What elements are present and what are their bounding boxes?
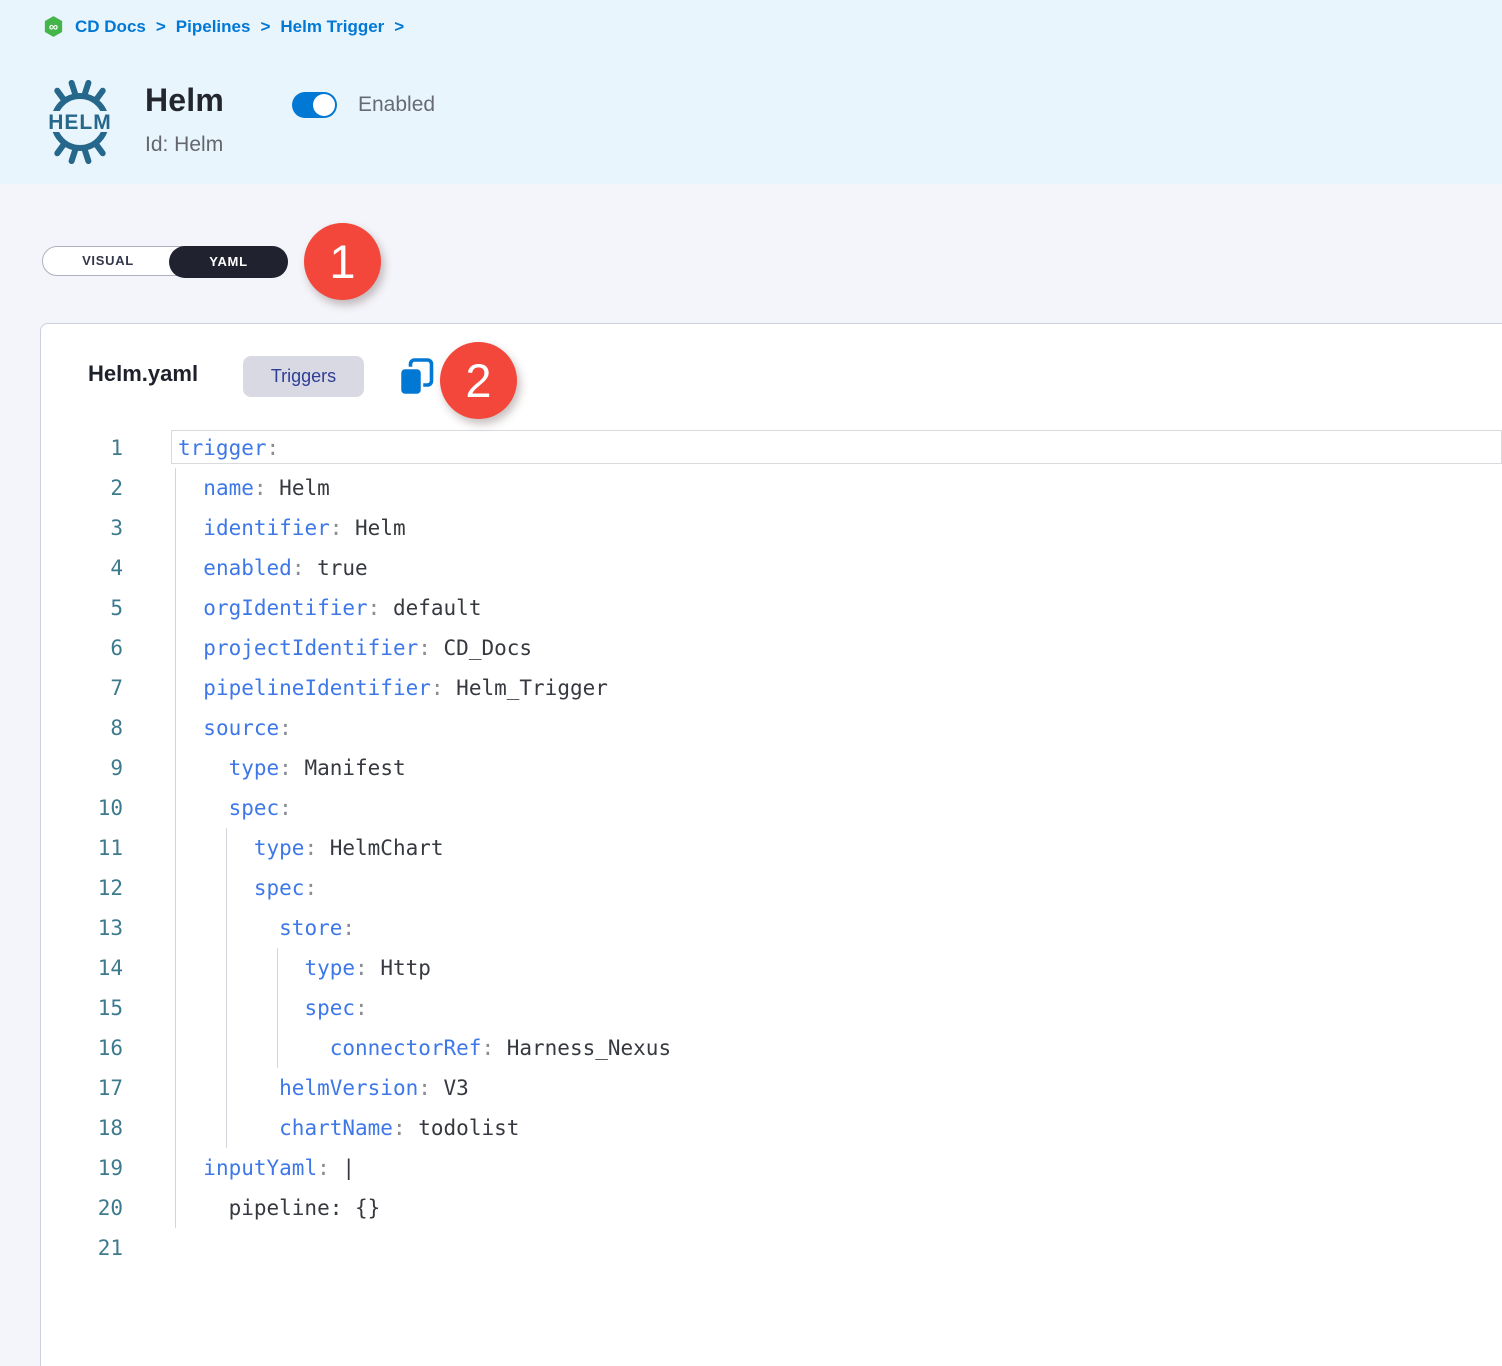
yaml-editor-card: Helm.yaml Triggers 1trigger:2 name: Helm… — [40, 323, 1502, 1366]
yaml-line: 4 enabled: true — [41, 548, 1502, 588]
tab-visual[interactable]: VISUAL — [43, 247, 173, 275]
copy-icon — [397, 357, 435, 399]
yaml-code-text[interactable]: identifier: Helm — [123, 508, 406, 548]
triggers-badge[interactable]: Triggers — [243, 356, 364, 397]
yaml-code-text[interactable]: chartName: todolist — [123, 1108, 519, 1148]
yaml-code-text[interactable]: pipeline: {} — [123, 1188, 380, 1228]
project-icon: ∞ — [42, 15, 65, 38]
yaml-line: 14 type: Http — [41, 948, 1502, 988]
toggle-knob-icon — [313, 94, 335, 116]
line-number: 11 — [41, 828, 123, 868]
line-number: 13 — [41, 908, 123, 948]
line-number: 9 — [41, 748, 123, 788]
yaml-line: 19 inputYaml: | — [41, 1148, 1502, 1188]
enabled-label: Enabled — [358, 93, 435, 117]
yaml-code-text[interactable]: spec: — [123, 988, 368, 1028]
breadcrumb-item-project[interactable]: CD Docs — [75, 17, 146, 37]
yaml-code-text[interactable]: orgIdentifier: default — [123, 588, 481, 628]
yaml-code-text[interactable]: pipelineIdentifier: Helm_Trigger — [123, 668, 608, 708]
yaml-line: 2 name: Helm — [41, 468, 1502, 508]
yaml-line: 17 helmVersion: V3 — [41, 1068, 1502, 1108]
trigger-id-label: Id: Helm — [145, 133, 223, 157]
line-number: 20 — [41, 1188, 123, 1228]
yaml-line: 3 identifier: Helm — [41, 508, 1502, 548]
line-number: 2 — [41, 468, 123, 508]
yaml-code-text[interactable]: inputYaml: | — [123, 1148, 355, 1188]
line-number: 16 — [41, 1028, 123, 1068]
annotation-badge-1: 1 — [304, 223, 381, 300]
line-number: 5 — [41, 588, 123, 628]
breadcrumb-item-pipelines[interactable]: Pipelines — [176, 17, 251, 37]
yaml-line: 18 chartName: todolist — [41, 1108, 1502, 1148]
yaml-line: 5 orgIdentifier: default — [41, 588, 1502, 628]
yaml-code-text[interactable]: source: — [123, 708, 292, 748]
helm-logo-icon: HELM — [38, 80, 122, 164]
yaml-code-text[interactable]: spec: — [123, 788, 292, 828]
yaml-line: 10 spec: — [41, 788, 1502, 828]
line-number: 18 — [41, 1108, 123, 1148]
svg-text:HELM: HELM — [48, 111, 112, 134]
line-number: 10 — [41, 788, 123, 828]
enabled-toggle[interactable] — [292, 92, 337, 118]
yaml-code-text[interactable]: spec: — [123, 868, 317, 908]
line-number: 3 — [41, 508, 123, 548]
annotation-badge-2: 2 — [440, 342, 517, 419]
line-number: 15 — [41, 988, 123, 1028]
yaml-code-text[interactable]: name: Helm — [123, 468, 330, 508]
yaml-code-text[interactable]: projectIdentifier: CD_Docs — [123, 628, 532, 668]
yaml-line: 20 pipeline: {} — [41, 1188, 1502, 1228]
breadcrumb-separator: > — [156, 17, 166, 37]
yaml-code-text[interactable]: connectorRef: Harness_Nexus — [123, 1028, 671, 1068]
yaml-code-editor[interactable]: 1trigger:2 name: Helm3 identifier: Helm4… — [41, 428, 1502, 1366]
line-number: 19 — [41, 1148, 123, 1188]
yaml-line: 13 store: — [41, 908, 1502, 948]
yaml-line: 11 type: HelmChart — [41, 828, 1502, 868]
line-number: 14 — [41, 948, 123, 988]
yaml-line: 21 — [41, 1228, 1502, 1268]
yaml-line: 15 spec: — [41, 988, 1502, 1028]
yaml-line: 12 spec: — [41, 868, 1502, 908]
yaml-code-text[interactable]: type: Http — [123, 948, 431, 988]
yaml-code-text[interactable]: enabled: true — [123, 548, 368, 588]
page-title: Helm — [145, 82, 224, 119]
yaml-line: 7 pipelineIdentifier: Helm_Trigger — [41, 668, 1502, 708]
line-number: 12 — [41, 868, 123, 908]
breadcrumb-separator: > — [394, 17, 404, 37]
page-header: ∞ CD Docs > Pipelines > Helm Trigger > H… — [0, 0, 1502, 184]
line-number: 8 — [41, 708, 123, 748]
yaml-code-text[interactable] — [123, 1228, 178, 1268]
copy-yaml-button[interactable] — [397, 357, 435, 399]
yaml-line: 16 connectorRef: Harness_Nexus — [41, 1028, 1502, 1068]
yaml-code-text[interactable]: type: HelmChart — [123, 828, 444, 868]
yaml-line: 1trigger: — [41, 428, 1502, 468]
yaml-code-text[interactable]: store: — [123, 908, 355, 948]
line-number: 6 — [41, 628, 123, 668]
yaml-code-text[interactable]: type: Manifest — [123, 748, 406, 788]
yaml-line: 9 type: Manifest — [41, 748, 1502, 788]
breadcrumb-separator: > — [260, 17, 270, 37]
yaml-code-text[interactable]: helmVersion: V3 — [123, 1068, 469, 1108]
breadcrumb: ∞ CD Docs > Pipelines > Helm Trigger > — [42, 15, 404, 38]
line-number: 21 — [41, 1228, 123, 1268]
yaml-code-text[interactable]: trigger: — [123, 428, 279, 468]
line-number: 1 — [41, 428, 123, 468]
svg-text:∞: ∞ — [49, 19, 58, 34]
line-number: 7 — [41, 668, 123, 708]
breadcrumb-item-pipeline[interactable]: Helm Trigger — [280, 17, 384, 37]
yaml-file-name: Helm.yaml — [88, 361, 198, 387]
line-number: 17 — [41, 1068, 123, 1108]
visual-yaml-toggle: VISUAL YAML — [42, 246, 288, 276]
yaml-line: 8 source: — [41, 708, 1502, 748]
tab-yaml[interactable]: YAML — [169, 246, 288, 278]
yaml-line: 6 projectIdentifier: CD_Docs — [41, 628, 1502, 668]
line-number: 4 — [41, 548, 123, 588]
trigger-yaml-page: { "breadcrumb": { "items": ["CD Docs", "… — [0, 0, 1502, 1366]
